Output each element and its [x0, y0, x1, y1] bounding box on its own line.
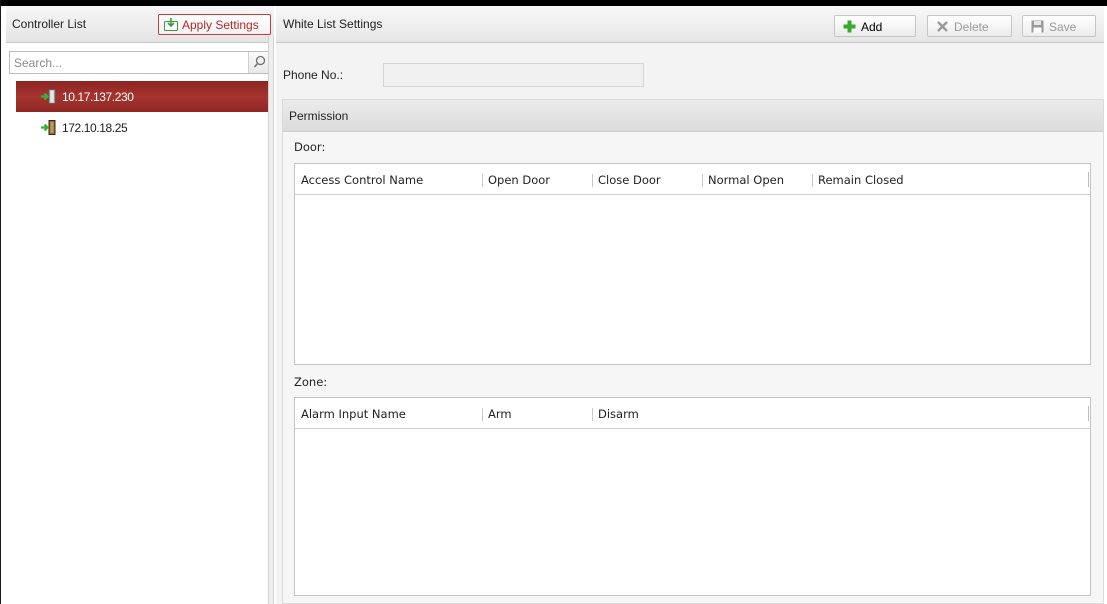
controller-list-header: Controller List Apply Settings — [6, 6, 274, 43]
column-header[interactable]: Open Door — [488, 173, 550, 187]
column-header[interactable]: Remain Closed — [818, 173, 904, 187]
column-header[interactable]: Arm — [488, 407, 512, 421]
permission-header: Permission — [283, 100, 1103, 132]
apply-settings-icon — [164, 18, 178, 31]
column-divider[interactable] — [812, 174, 813, 187]
column-divider[interactable] — [592, 174, 593, 187]
column-header[interactable]: Alarm Input Name — [301, 407, 406, 421]
column-header[interactable]: Close Door — [598, 173, 661, 187]
window-left-border — [0, 0, 1, 604]
x-icon — [937, 21, 948, 32]
controller-list-panel: Controller List Apply Settings 10.17.137… — [6, 6, 274, 604]
door-controller-icon — [41, 89, 56, 104]
door-controller-icon — [41, 120, 56, 135]
phone-number-label: Phone No.: — [283, 68, 344, 82]
apply-settings-button[interactable]: Apply Settings — [158, 14, 271, 35]
add-label: Add — [861, 20, 883, 34]
zone-label: Zone: — [294, 375, 328, 389]
controller-item-label: 172.10.18.25 — [62, 121, 128, 135]
column-divider[interactable] — [482, 174, 483, 187]
column-header[interactable]: Disarm — [598, 407, 639, 421]
delete-button[interactable]: Delete — [927, 15, 1012, 37]
door-table-header: Access Control Name Open Door Close Door… — [295, 164, 1090, 195]
search-input[interactable] — [10, 52, 253, 73]
save-button[interactable]: Save — [1022, 15, 1096, 37]
controller-item-selected[interactable]: 10.17.137.230 — [16, 81, 273, 112]
door-table: Access Control Name Open Door Close Door… — [294, 163, 1091, 365]
white-list-settings-panel: White List Settings Add Delete Save Phon… — [276, 6, 1104, 604]
zone-table: Alarm Input Name Arm Disarm — [294, 397, 1091, 596]
column-divider — [1088, 172, 1089, 187]
plus-icon — [843, 20, 856, 33]
column-divider[interactable] — [702, 174, 703, 187]
column-header[interactable]: Access Control Name — [301, 173, 423, 187]
door-label: Door: — [294, 140, 326, 154]
delete-label: Delete — [954, 20, 989, 34]
search-button[interactable] — [248, 52, 270, 73]
controller-item[interactable]: 172.10.18.25 — [16, 112, 273, 143]
search-field — [9, 51, 271, 74]
floppy-disk-icon — [1031, 20, 1044, 33]
column-header[interactable]: Normal Open — [708, 173, 784, 187]
controller-item-label: 10.17.137.230 — [62, 90, 134, 104]
save-label: Save — [1049, 20, 1077, 34]
column-divider — [1088, 406, 1089, 421]
add-button[interactable]: Add — [834, 15, 916, 37]
search-icon — [253, 55, 266, 68]
white-list-title: White List Settings — [283, 17, 383, 31]
controller-list-title: Controller List — [12, 17, 87, 31]
permission-section: Permission Door: Access Control Name Ope… — [282, 99, 1104, 604]
white-list-header: White List Settings Add Delete Save — [276, 6, 1104, 43]
apply-settings-label: Apply Settings — [182, 18, 259, 32]
phone-number-input[interactable] — [383, 63, 644, 87]
panel-splitter[interactable] — [268, 36, 274, 604]
zone-table-header: Alarm Input Name Arm Disarm — [295, 398, 1090, 429]
column-divider[interactable] — [482, 408, 483, 421]
column-divider[interactable] — [592, 408, 593, 421]
permission-title: Permission — [289, 109, 349, 123]
